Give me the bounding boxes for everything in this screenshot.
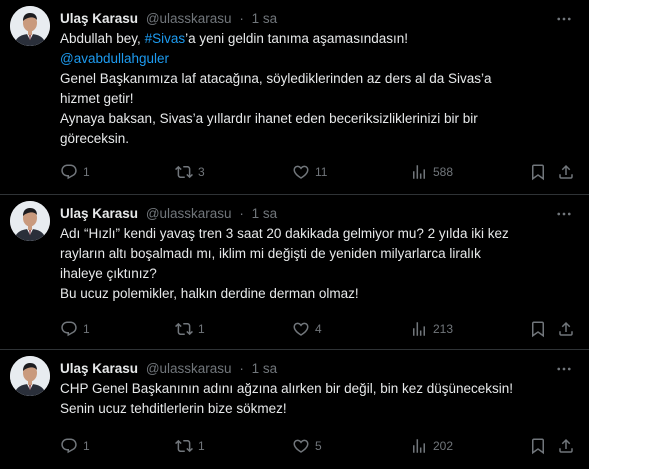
tweet[interactable]: Ulaş Karasu @ulasskarasu · 1 sa Abdullah… (0, 0, 589, 195)
reply-count: 1 (83, 165, 90, 179)
author-handle[interactable]: @ulasskarasu (146, 361, 232, 376)
retweet-count: 1 (198, 322, 205, 336)
author-name[interactable]: Ulaş Karasu (60, 206, 138, 221)
retweet-button[interactable]: 1 (175, 436, 205, 456)
text-segment: ’a yeni geldin tanıma aşamasındasın! (185, 31, 408, 46)
like-count: 5 (315, 439, 322, 453)
tweet-line: Aynaya baksan, Sivas’a yıllardır ihanet … (60, 111, 478, 126)
reply-button[interactable]: 1 (60, 162, 90, 182)
bookmark-icon (529, 163, 547, 181)
tweet-line: ihaleye çıktınız? (60, 266, 157, 281)
separator: · (239, 206, 244, 221)
like-button[interactable]: 4 (292, 319, 322, 339)
author-handle[interactable]: @ulasskarasu (146, 11, 232, 26)
bookmark-icon (529, 320, 547, 338)
reply-count: 1 (83, 322, 90, 336)
like-button[interactable]: 5 (292, 436, 322, 456)
author-name[interactable]: Ulaş Karasu (60, 11, 138, 26)
share-button[interactable] (557, 319, 575, 339)
share-button[interactable] (557, 436, 575, 456)
retweet-icon (175, 437, 193, 455)
views-chart-icon (410, 437, 428, 455)
tweet-line: Bu ucuz polemikler, halkın derdine derma… (60, 286, 359, 301)
share-button[interactable] (557, 162, 575, 182)
reply-button[interactable]: 1 (60, 436, 90, 456)
view-count: 588 (433, 165, 454, 179)
timestamp[interactable]: 1 sa (252, 11, 278, 26)
tweet[interactable]: Ulaş Karasu @ulasskarasu · 1 sa Adı “Hız… (0, 195, 589, 350)
reply-icon (60, 437, 78, 455)
heart-icon (292, 163, 310, 181)
reply-icon (60, 163, 78, 181)
heart-icon (292, 320, 310, 338)
reply-count: 1 (83, 439, 90, 453)
tweet-text: Adı “Hızlı” kendi yavaş tren 3 saat 20 d… (60, 224, 580, 304)
profile-photo-icon (10, 6, 50, 46)
tweet-header: Ulaş Karasu @ulasskarasu · 1 sa (60, 10, 277, 28)
retweet-count: 3 (198, 165, 205, 179)
tweet-line: Genel Başkanımıza laf atacağına, söyledi… (60, 71, 492, 86)
view-count: 213 (433, 322, 454, 336)
bookmark-button[interactable] (529, 162, 547, 182)
tweet-line: göreceksin. (60, 131, 130, 146)
share-icon (557, 163, 575, 181)
mention-link[interactable]: @avabdullahguler (60, 49, 580, 69)
profile-photo-icon (10, 356, 50, 396)
author-name[interactable]: Ulaş Karasu (60, 361, 138, 376)
tweet-line: Senin ucuz tehditlerlerin bize sökmez! (60, 401, 287, 416)
tweet-text: CHP Genel Başkanının adını ağzına alırke… (60, 379, 580, 419)
action-bar: 1 3 11 588 (60, 162, 580, 182)
views-chart-icon (410, 163, 428, 181)
timestamp[interactable]: 1 sa (252, 361, 278, 376)
tweet[interactable]: Ulaş Karasu @ulasskarasu · 1 sa CHP Gene… (0, 350, 589, 469)
view-count: 202 (433, 439, 454, 453)
tweet-header: Ulaş Karasu @ulasskarasu · 1 sa (60, 205, 277, 223)
profile-photo-icon (10, 201, 50, 241)
tweet-feed: Ulaş Karasu @ulasskarasu · 1 sa Abdullah… (0, 0, 589, 469)
avatar[interactable] (10, 201, 50, 241)
like-count: 4 (315, 322, 322, 336)
timestamp[interactable]: 1 sa (252, 206, 278, 221)
avatar[interactable] (10, 356, 50, 396)
tweet-line: CHP Genel Başkanının adını ağzına alırke… (60, 381, 514, 396)
more-options-icon[interactable] (555, 205, 573, 223)
share-icon (557, 320, 575, 338)
retweet-icon (175, 320, 193, 338)
views-button[interactable]: 202 (410, 436, 453, 456)
hashtag-link[interactable]: #Sivas (145, 31, 186, 46)
tweet-text: Abdullah bey, #Sivas’a yeni geldin tanım… (60, 29, 580, 149)
reply-icon (60, 320, 78, 338)
separator: · (239, 361, 244, 376)
views-chart-icon (410, 320, 428, 338)
retweet-icon (175, 163, 193, 181)
bookmark-icon (529, 437, 547, 455)
tweet-line: Adı “Hızlı” kendi yavaş tren 3 saat 20 d… (60, 226, 509, 241)
bookmark-button[interactable] (529, 436, 547, 456)
views-button[interactable]: 588 (410, 162, 453, 182)
more-options-icon[interactable] (555, 10, 573, 28)
author-handle[interactable]: @ulasskarasu (146, 206, 232, 221)
like-button[interactable]: 11 (292, 162, 327, 182)
share-icon (557, 437, 575, 455)
bookmark-button[interactable] (529, 319, 547, 339)
tweet-line: hizmet getir! (60, 91, 134, 106)
action-bar: 1 1 5 202 (60, 436, 580, 456)
text-segment: Abdullah bey, (60, 31, 145, 46)
retweet-count: 1 (198, 439, 205, 453)
heart-icon (292, 437, 310, 455)
avatar[interactable] (10, 6, 50, 46)
tweet-line: rayların altı boşalmadı mı, iklim mi değ… (60, 246, 481, 261)
tweet-header: Ulaş Karasu @ulasskarasu · 1 sa (60, 360, 277, 378)
tweet-line: Abdullah bey, #Sivas’a yeni geldin tanım… (60, 29, 580, 49)
reply-button[interactable]: 1 (60, 319, 90, 339)
views-button[interactable]: 213 (410, 319, 453, 339)
retweet-button[interactable]: 1 (175, 319, 205, 339)
separator: · (239, 11, 244, 26)
action-bar: 1 1 4 213 (60, 319, 580, 339)
retweet-button[interactable]: 3 (175, 162, 205, 182)
like-count: 11 (315, 165, 328, 179)
more-options-icon[interactable] (555, 360, 573, 378)
